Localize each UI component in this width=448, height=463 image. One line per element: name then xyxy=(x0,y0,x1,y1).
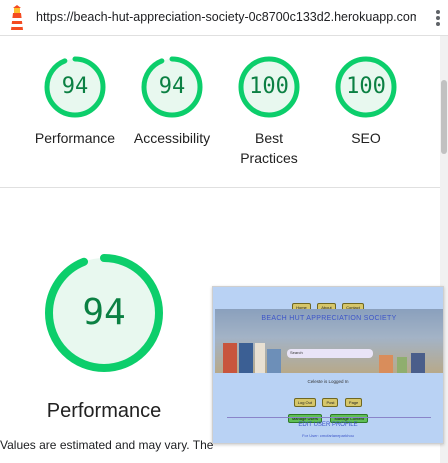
gauge-performance[interactable]: 94 xyxy=(43,55,107,119)
gauge-score: 100 xyxy=(346,74,386,99)
gauge-seo[interactable]: 100 xyxy=(334,55,398,119)
gauge-score: 94 xyxy=(61,74,89,99)
thumb-search: Search xyxy=(287,349,373,358)
more-vert-icon[interactable] xyxy=(432,9,444,29)
performance-label: Performance xyxy=(46,400,162,422)
thumb-divider xyxy=(227,417,431,418)
gauge-score: 100 xyxy=(249,74,289,99)
gauge-accessibility[interactable]: 94 xyxy=(140,55,204,119)
gauge-score: 94 xyxy=(158,74,186,99)
gauge-best-practices[interactable]: 100 xyxy=(237,55,301,119)
gauge-label: Best Practices xyxy=(240,130,298,166)
lighthouse-icon xyxy=(11,5,23,30)
estimate-note: Values are estimated and may vary. The xyxy=(0,438,214,452)
page-screenshot-thumbnail[interactable]: Home About Contact BEACH HUT APPRECIATIO… xyxy=(212,286,444,444)
thumb-button: Log Out xyxy=(293,398,316,407)
thumb-logged-in: Celeste is Logged In xyxy=(307,379,349,384)
gauge-label: SEO xyxy=(351,130,381,146)
url-text[interactable]: https://beach-hut-appreciation-society-0… xyxy=(36,10,416,24)
scrollbar-thumb[interactable] xyxy=(441,80,447,154)
divider xyxy=(0,187,440,188)
performance-gauge-large: 94 xyxy=(44,253,164,373)
thumb-site-title: BEACH HUT APPRECIATION SOCIETY xyxy=(261,315,397,322)
thumb-hero-image: BEACH HUT APPRECIATION SOCIETY Search xyxy=(215,309,443,373)
gauge-label: Performance xyxy=(34,130,116,146)
thumb-button: Page xyxy=(344,398,363,407)
url-bar: https://beach-hut-appreciation-society-0… xyxy=(0,0,448,36)
gauge-score: 94 xyxy=(82,292,126,333)
thumb-search-placeholder: Search xyxy=(290,350,303,355)
thumb-button: Post xyxy=(322,398,339,407)
gauge-label: Accessibility xyxy=(133,130,211,146)
thumb-edit-user: For User: cmcfarlaneparkhou xyxy=(302,433,354,438)
thumb-edit-title: EDIT USER PROFILE xyxy=(298,422,358,428)
